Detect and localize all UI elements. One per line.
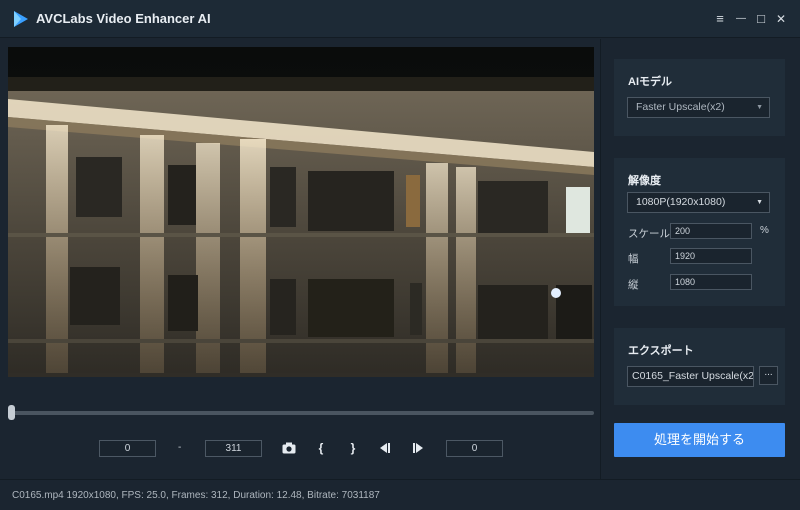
ai-model-title: AIモデル bbox=[628, 76, 672, 88]
end-frame-field[interactable]: 311 bbox=[205, 440, 262, 457]
prev-frame-icon[interactable] bbox=[378, 439, 392, 457]
video-preview[interactable] bbox=[8, 47, 594, 377]
app-logo-icon bbox=[14, 11, 28, 27]
export-filename-field[interactable]: C0165_Faster Upscale(x2) bbox=[627, 366, 754, 387]
ai-model-select[interactable]: Faster Upscale(x2) ▼ bbox=[627, 97, 770, 118]
next-frame-icon[interactable] bbox=[411, 439, 425, 457]
settings-sidebar: AIモデル Faster Upscale(x2) ▼ 解像度 1080P(192… bbox=[600, 39, 800, 479]
mark-in-icon[interactable]: { bbox=[314, 439, 328, 457]
resolution-title: 解像度 bbox=[628, 175, 661, 187]
chevron-down-icon: ▼ bbox=[756, 104, 763, 111]
close-button[interactable]: ✕ bbox=[773, 11, 789, 27]
scale-input[interactable]: 200 bbox=[670, 223, 752, 239]
chevron-down-icon: ▼ bbox=[756, 199, 763, 206]
scale-unit: % bbox=[760, 225, 769, 236]
resolution-select[interactable]: 1080P(1920x1080) ▼ bbox=[627, 192, 770, 213]
export-panel: エクスポート C0165_Faster Upscale(x2) ... bbox=[614, 328, 785, 405]
resolution-panel: 解像度 1080P(1920x1080) ▼ スケール 200 % 幅 1920… bbox=[614, 158, 785, 306]
start-processing-button[interactable]: 処理を開始する bbox=[614, 423, 785, 457]
app-title: AVCLabs Video Enhancer AI bbox=[36, 11, 211, 26]
minimize-button[interactable]: — bbox=[733, 11, 749, 27]
ai-model-panel: AIモデル Faster Upscale(x2) ▼ bbox=[614, 59, 785, 136]
camera-icon[interactable] bbox=[282, 439, 296, 457]
maximize-button[interactable]: □ bbox=[753, 11, 769, 27]
seek-handle[interactable] bbox=[8, 405, 15, 420]
range-dash: - bbox=[178, 442, 182, 453]
resolution-value: 1080P(1920x1080) bbox=[636, 196, 726, 208]
title-bar: AVCLabs Video Enhancer AI ≡ — □ ✕ bbox=[0, 0, 800, 38]
player-area: 0 - 311 { } 0 bbox=[0, 39, 600, 479]
browse-button[interactable]: ... bbox=[759, 366, 778, 385]
file-info-text: C0165.mp4 1920x1080, FPS: 25.0, Frames: … bbox=[12, 490, 380, 501]
menu-icon[interactable]: ≡ bbox=[712, 11, 728, 27]
height-label: 縦 bbox=[628, 279, 639, 291]
video-frame-image bbox=[8, 47, 594, 377]
start-frame-field[interactable]: 0 bbox=[99, 440, 156, 457]
ai-model-value: Faster Upscale(x2) bbox=[636, 101, 725, 113]
width-input[interactable]: 1920 bbox=[670, 248, 752, 264]
export-title: エクスポート bbox=[628, 345, 694, 357]
mark-out-icon[interactable]: } bbox=[346, 439, 360, 457]
scale-label: スケール bbox=[628, 228, 670, 240]
height-input[interactable]: 1080 bbox=[670, 274, 752, 290]
current-frame-field[interactable]: 0 bbox=[446, 440, 503, 457]
width-label: 幅 bbox=[628, 253, 639, 265]
seek-bar[interactable] bbox=[12, 411, 594, 415]
status-bar: C0165.mp4 1920x1080, FPS: 25.0, Frames: … bbox=[0, 479, 800, 510]
